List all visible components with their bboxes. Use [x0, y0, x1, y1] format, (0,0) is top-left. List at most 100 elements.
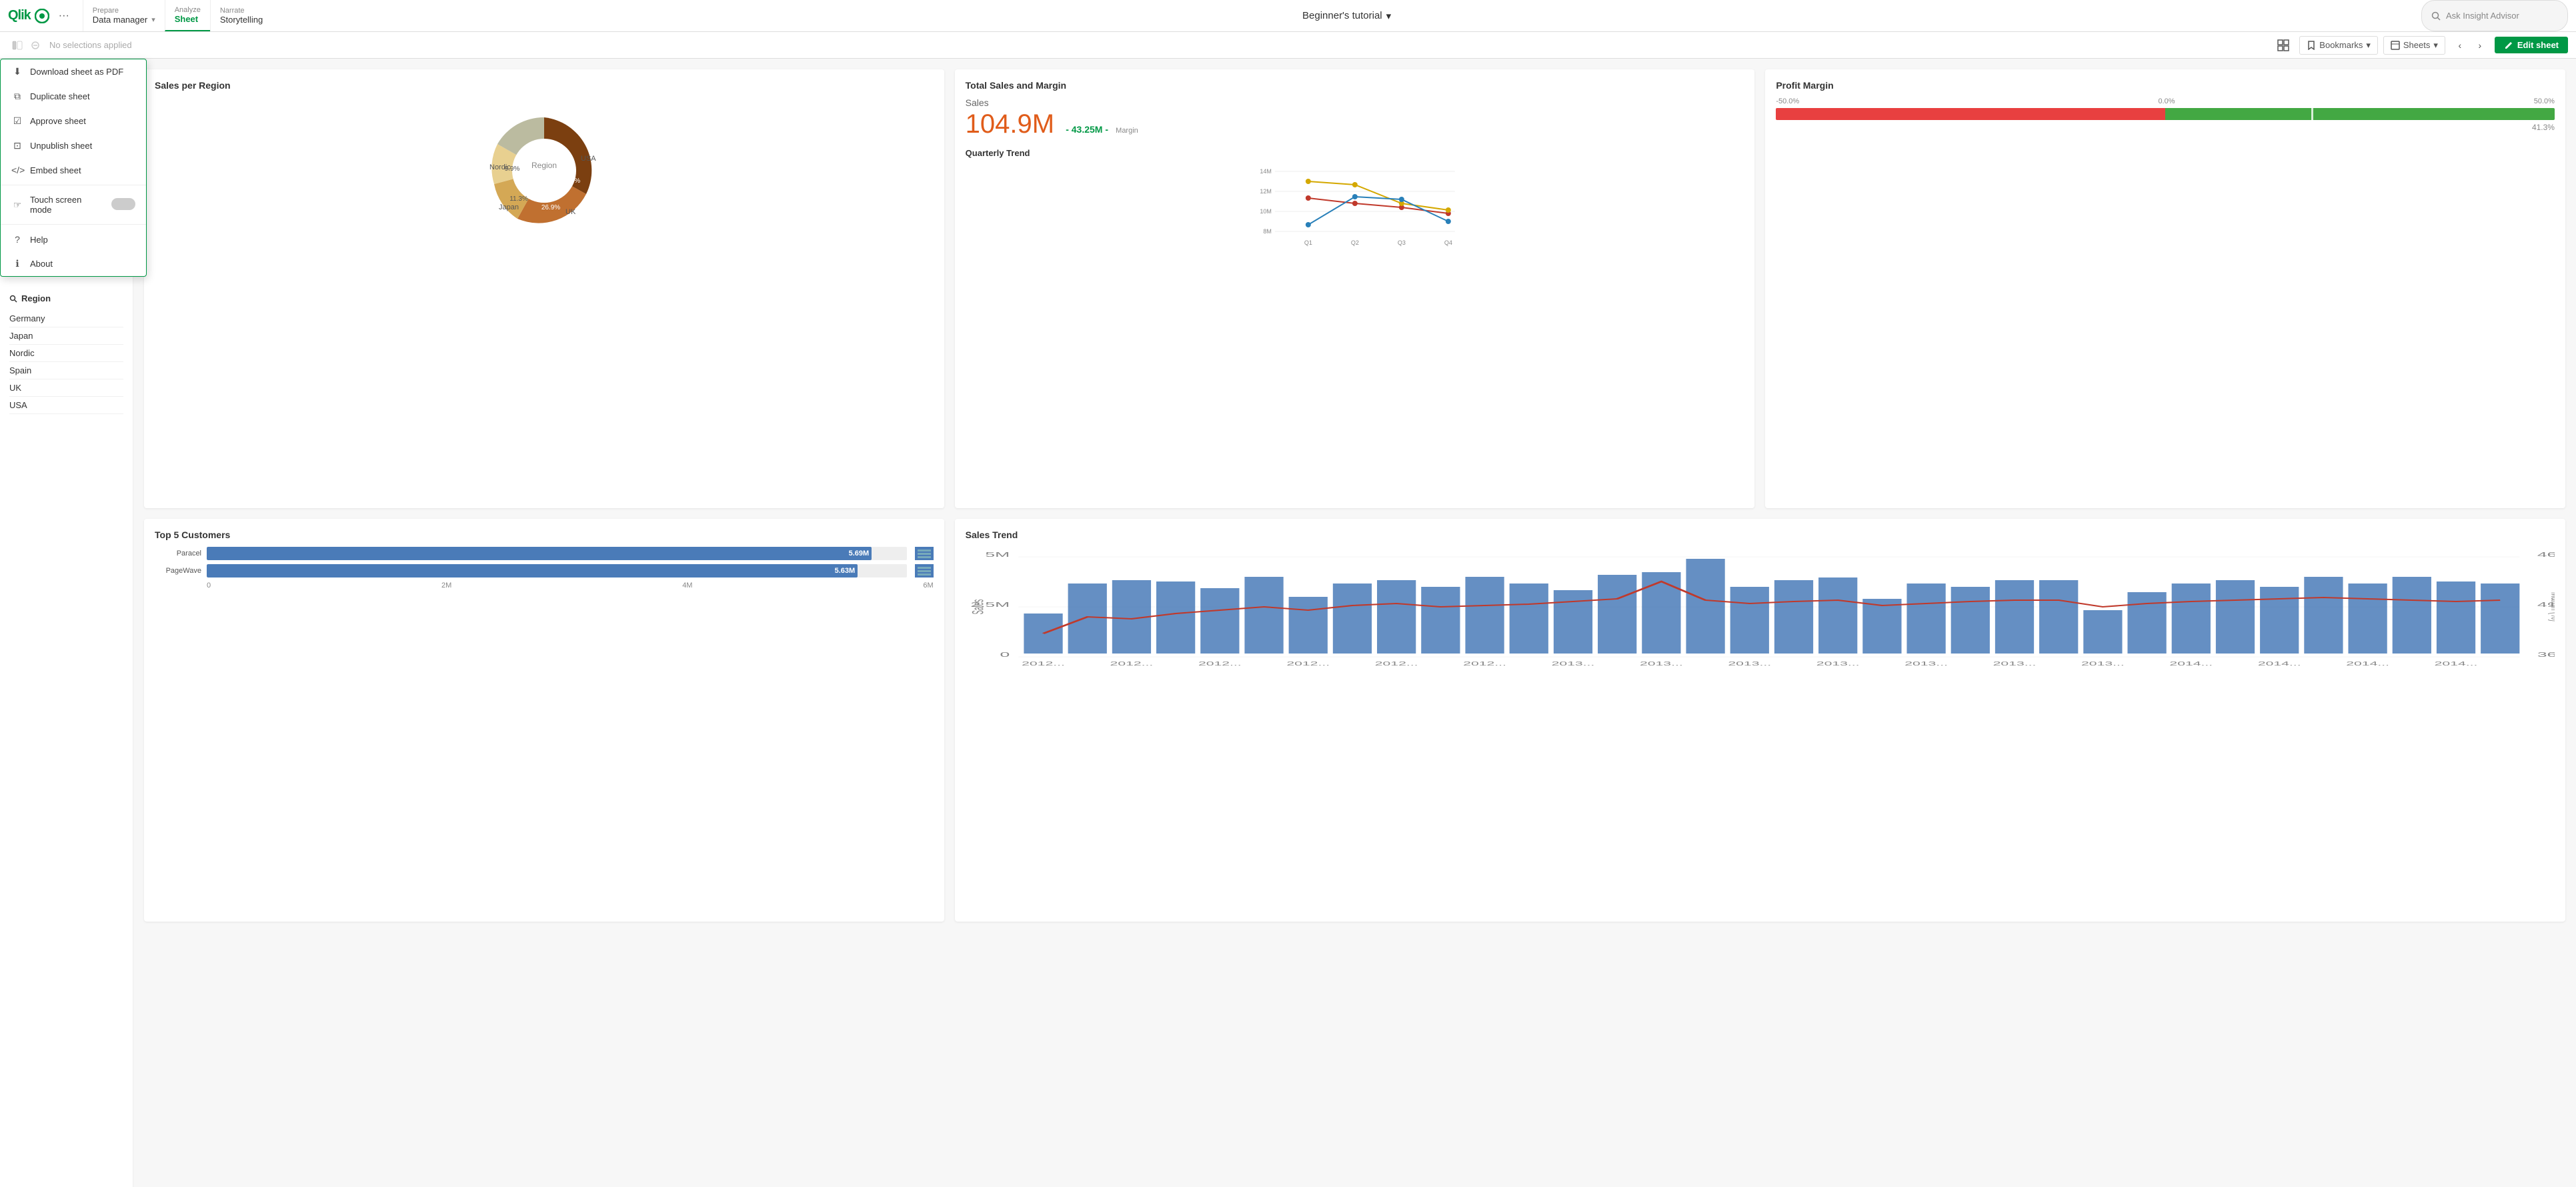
touch-toggle-switch[interactable] [111, 198, 135, 210]
help-label: Help [30, 235, 48, 245]
edit-sheet-button[interactable]: Edit sheet [2495, 37, 2568, 53]
touch-icon: ☞ [11, 199, 23, 211]
dropdown-menu: ⬇ Download sheet as PDF ⧉ Duplicate shee… [0, 59, 147, 277]
svg-text:10M: 10M [1260, 208, 1272, 215]
approve-sheet-item[interactable]: ☑ Approve sheet [1, 109, 146, 133]
profit-bar-labels: -50.0% 0.0% 50.0% [1776, 97, 2555, 105]
logo-area: Qlik ··· [0, 0, 83, 31]
main-layout: ⬇ Download sheet as PDF ⧉ Duplicate shee… [0, 59, 2576, 1187]
touch-toggle[interactable] [111, 198, 135, 212]
prev-sheet-button[interactable]: ‹ [2451, 36, 2469, 55]
duplicate-icon: ⧉ [11, 91, 23, 102]
top-nav: Qlik ··· Prepare Data manager ▾ Analyze … [0, 0, 2576, 32]
analyze-label: Analyze [175, 6, 201, 14]
duplicate-sheet-item[interactable]: ⧉ Duplicate sheet [1, 84, 146, 109]
pagewave-mini-chart [915, 564, 934, 577]
toolbar-left: No selections applied [8, 36, 132, 55]
region-title: Region [9, 293, 123, 303]
svg-text:2012...: 2012... [1198, 662, 1242, 667]
svg-text:2012...: 2012... [1286, 662, 1330, 667]
svg-text:9.9%: 9.9% [504, 165, 519, 173]
profit-bar [1776, 108, 2555, 120]
search-bar[interactable]: Ask Insight Advisor [2421, 0, 2568, 31]
menu-divider-2 [1, 224, 146, 225]
pagewave-fill: 5.63M [207, 564, 858, 577]
total-sales-panel: Total Sales and Margin Sales 104.9M - 43… [955, 69, 1755, 508]
region-nordic[interactable]: Nordic [9, 345, 123, 362]
paracel-label: Paracel [155, 549, 201, 557]
top5-title: Top 5 Customers [155, 529, 934, 540]
profit-bar-marker [2311, 108, 2313, 120]
total-sales-title: Total Sales and Margin [966, 80, 1744, 91]
touch-screen-item[interactable]: ☞ Touch screen mode [1, 188, 146, 221]
sheets-label: Sheets [2403, 40, 2430, 50]
download-pdf-label: Download sheet as PDF [30, 67, 123, 77]
svg-text:2013...: 2013... [1640, 662, 1683, 667]
donut-svg: Region USA UK Japan Nordic 45.5% 26.9% 1… [477, 104, 611, 237]
svg-text:2013...: 2013... [1728, 662, 1771, 667]
qlik-logo-icon [35, 9, 49, 23]
svg-text:2013...: 2013... [2081, 662, 2125, 667]
analyze-nav[interactable]: Analyze Sheet [165, 0, 210, 31]
svg-text:2014...: 2014... [2169, 662, 2213, 667]
approve-sheet-label: Approve sheet [30, 116, 86, 126]
region-uk[interactable]: UK [9, 379, 123, 397]
bookmarks-button[interactable]: Bookmarks ▾ [2299, 36, 2378, 55]
sheets-button[interactable]: Sheets ▾ [2383, 36, 2445, 55]
about-icon: ℹ [11, 258, 23, 269]
sales-trend-chart: 5M 2.5M 0 46 41 36 [966, 547, 2555, 667]
grid-view-button[interactable] [2273, 35, 2294, 56]
next-sheet-button[interactable]: › [2471, 36, 2489, 55]
nav-arrows: ‹ › [2451, 36, 2489, 55]
nav-center: Beginner's tutorial ▾ [272, 0, 2421, 31]
svg-text:2014...: 2014... [2346, 662, 2389, 667]
narrate-nav[interactable]: Narrate Storytelling [210, 0, 272, 31]
svg-text:2012...: 2012... [1022, 662, 1065, 667]
download-pdf-item[interactable]: ⬇ Download sheet as PDF [1, 59, 146, 84]
sidebar-toggle[interactable] [8, 36, 27, 55]
embed-sheet-item[interactable]: </> Embed sheet [1, 158, 146, 182]
region-spain[interactable]: Spain [9, 362, 123, 379]
svg-text:2012...: 2012... [1374, 662, 1418, 667]
quarterly-trend-svg: 14M 12M 10M 8M Q1 Q2 Q3 Q4 [966, 165, 1744, 251]
profit-label-pos: 50.0% [2534, 97, 2555, 105]
search-region-icon [9, 295, 17, 303]
app-title[interactable]: Beginner's tutorial ▾ [1302, 10, 1391, 22]
about-item[interactable]: ℹ About [1, 251, 146, 276]
sales-kpi-label: Sales [966, 97, 1744, 108]
svg-text:USA: USA [581, 155, 596, 163]
region-usa[interactable]: USA [9, 397, 123, 414]
svg-text:2014...: 2014... [2258, 662, 2301, 667]
app-title-arrow: ▾ [1386, 10, 1392, 22]
paracel-mini-chart [915, 547, 934, 560]
region-japan[interactable]: Japan [9, 327, 123, 345]
region-germany[interactable]: Germany [9, 310, 123, 327]
download-icon: ⬇ [11, 66, 23, 77]
paracel-value: 5.69M [849, 549, 870, 557]
svg-text:2013...: 2013... [1993, 662, 2036, 667]
prepare-nav[interactable]: Prepare Data manager ▾ [83, 0, 165, 31]
lock-icon [31, 41, 40, 50]
help-item[interactable]: ? Help [1, 227, 146, 251]
svg-text:2013...: 2013... [1816, 662, 1859, 667]
narrate-label: Narrate [220, 7, 263, 15]
unpublish-icon: ⊡ [11, 140, 23, 151]
approve-icon: ☑ [11, 115, 23, 127]
profit-margin-panel: Profit Margin -50.0% 0.0% 50.0% 41.3% [1765, 69, 2565, 508]
search-placeholder: Ask Insight Advisor [2446, 11, 2519, 21]
svg-text:0: 0 [1000, 652, 1010, 659]
prepare-label: Prepare [93, 7, 155, 15]
touch-screen-label: Touch screen mode [30, 195, 105, 215]
unpublish-sheet-item[interactable]: ⊡ Unpublish sheet [1, 133, 146, 158]
svg-text:26.9%: 26.9% [541, 204, 560, 211]
prepare-arrow: ▾ [151, 15, 155, 24]
svg-text:11.3%: 11.3% [509, 195, 528, 203]
bar-row-pagewave: PageWave 5.63M [155, 564, 934, 577]
toolbar-right: Bookmarks ▾ Sheets ▾ ‹ › Edit sheet [2273, 35, 2568, 56]
svg-text:2012...: 2012... [1463, 662, 1506, 667]
more-button[interactable]: ··· [53, 10, 75, 22]
grid-icon [2277, 39, 2289, 51]
svg-text:Japan: Japan [499, 203, 519, 211]
edit-icon [2504, 41, 2513, 50]
sales-trend-title: Sales Trend [966, 529, 2555, 540]
